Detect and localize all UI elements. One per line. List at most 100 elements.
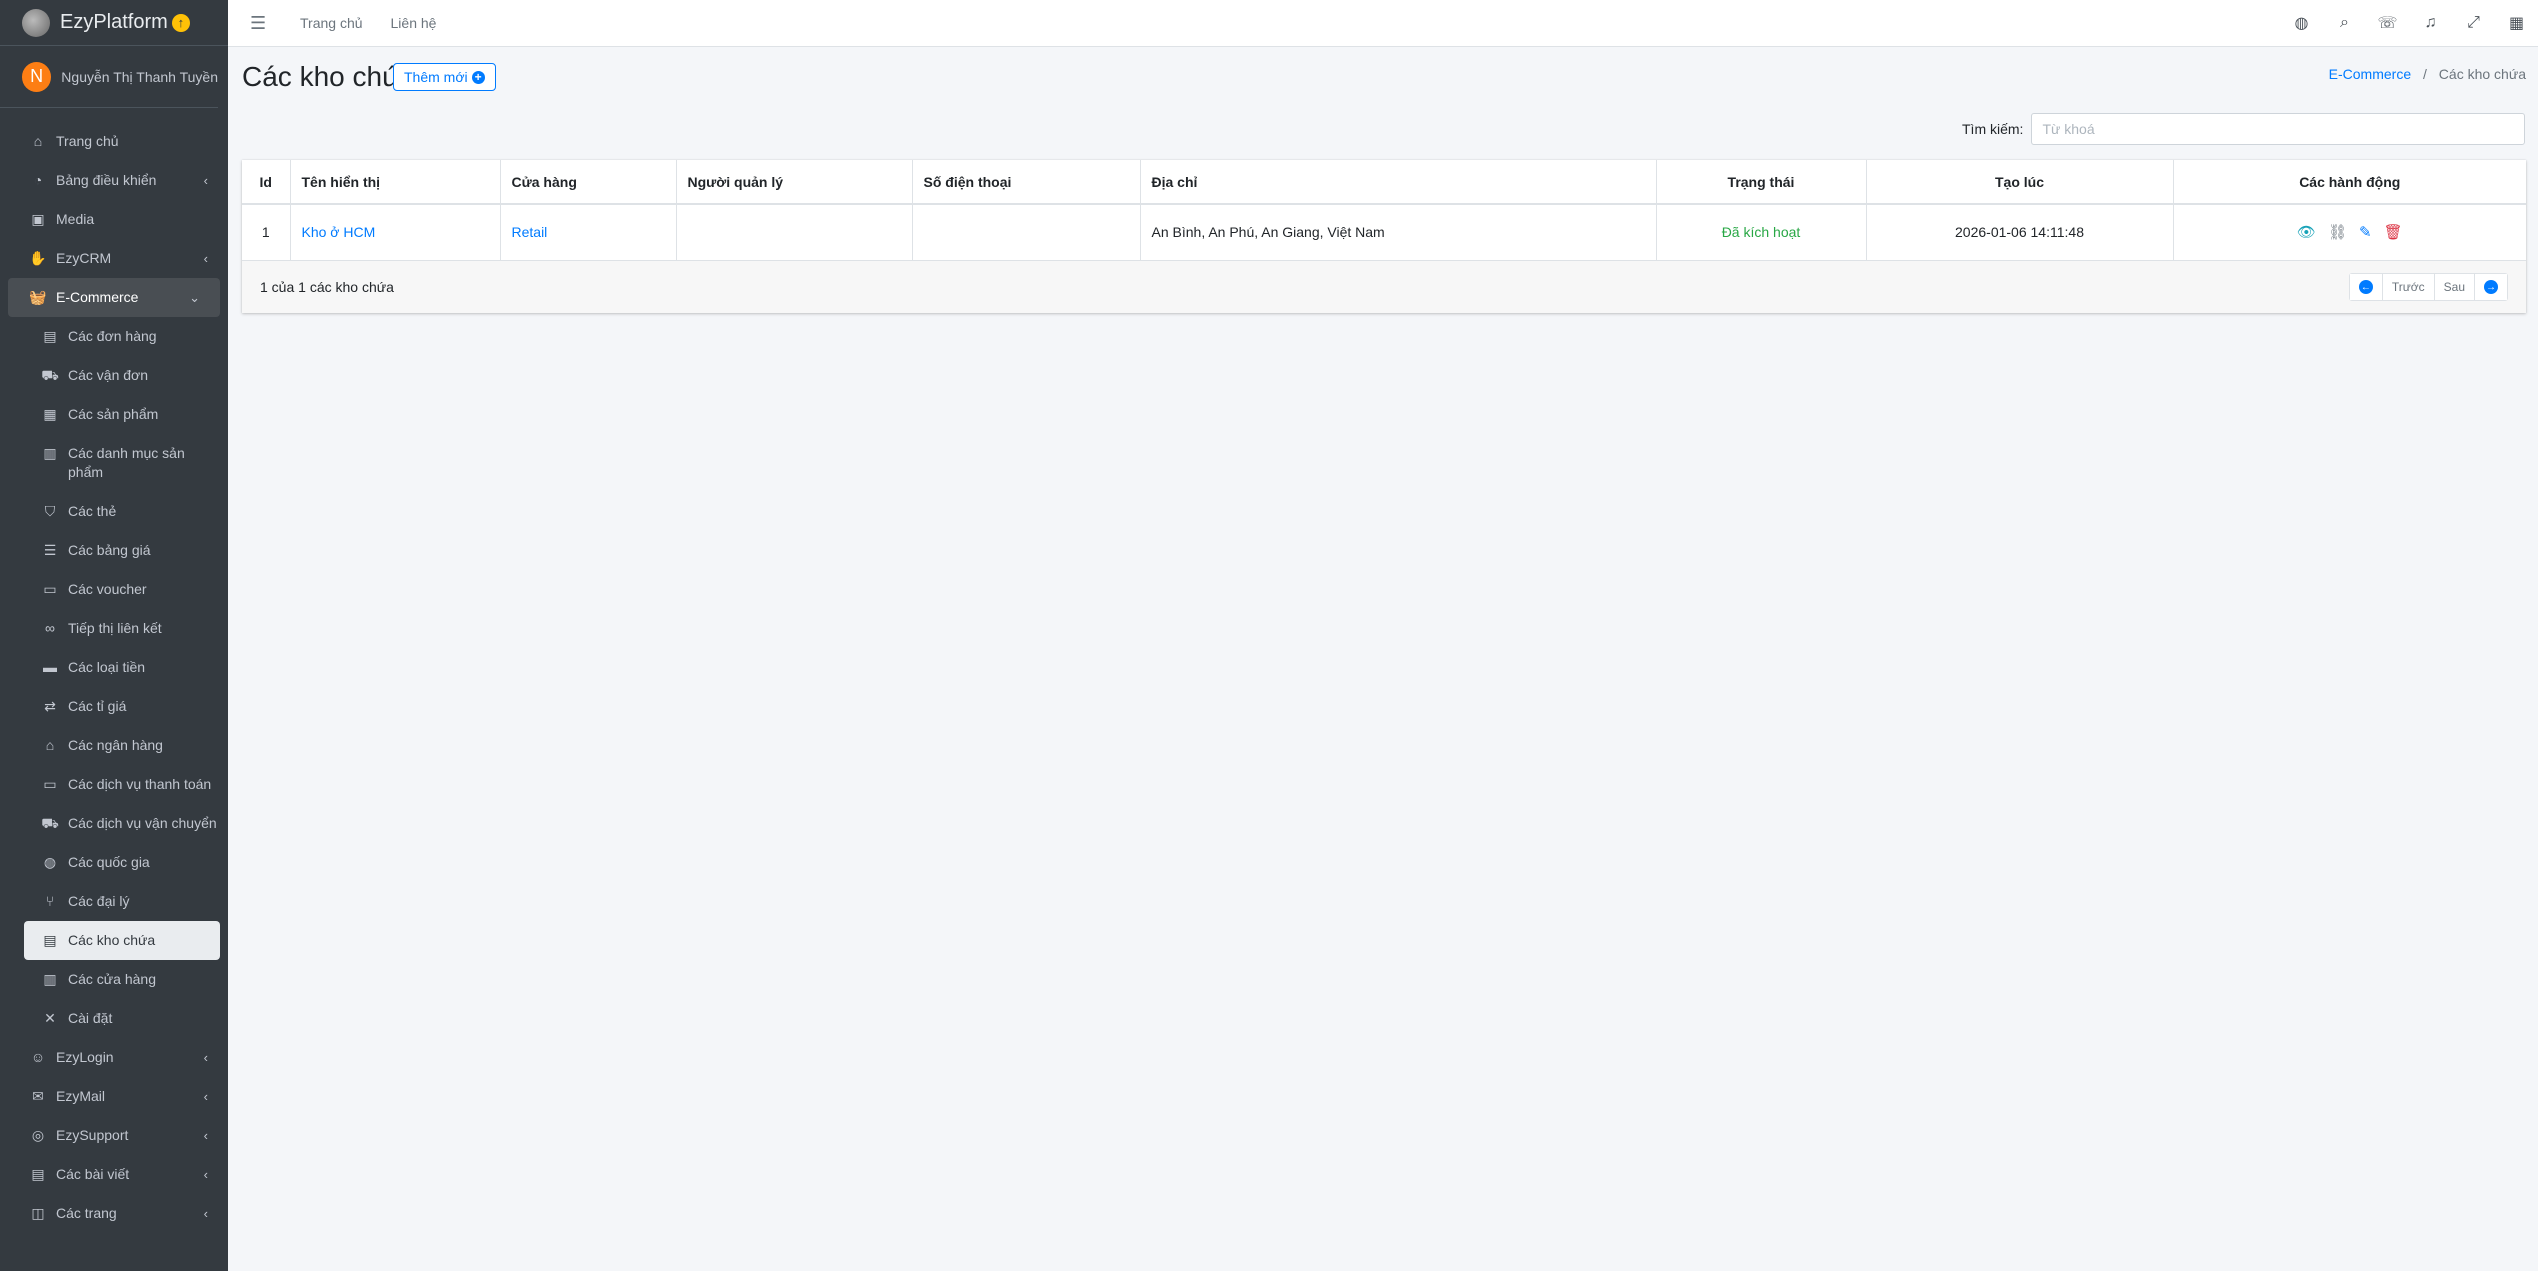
edit-icon[interactable]: ✎	[2359, 223, 2372, 241]
fullscreen-icon[interactable]: ⤢	[2452, 14, 2495, 32]
table-row: 1 Kho ở HCM Retail An Bình, An Phú, An G…	[242, 204, 2526, 261]
ecommerce-submenu: ▤ Các đơn hàng ⛟ Các vận đơn ▦ Các sản phẩm…	[0, 317, 228, 1038]
bell-icon[interactable]: ♫	[2409, 14, 2452, 32]
columns-icon: ◫	[31, 1204, 45, 1221]
col-name[interactable]: Tên hiển thị	[290, 160, 501, 205]
sidebar-item-shipments[interactable]: ⛟ Các vận đơn	[0, 356, 228, 395]
link-icon: ∞	[45, 619, 55, 636]
sidebar-item-media[interactable]: ▣ Media	[0, 200, 228, 239]
unlink-icon[interactable]: ⛓	[2328, 223, 2347, 241]
brand[interactable]: EzyPlatform ↑	[0, 0, 228, 46]
col-id[interactable]: Id	[242, 160, 291, 205]
upgrade-icon[interactable]: ↑	[171, 13, 190, 32]
cell-store: Retail	[500, 204, 677, 261]
sidebar-item-ezycrm[interactable]: ✋ EzyCRM ‹	[0, 239, 228, 278]
last-page-button[interactable]: →	[2475, 274, 2507, 300]
col-phone[interactable]: Số điện thoại	[912, 160, 1141, 205]
warehouse-name-link[interactable]: Kho ở HCM	[302, 224, 376, 240]
store-link[interactable]: Retail	[512, 224, 548, 240]
sidebar-item-stores[interactable]: ▥ Các cửa hàng	[0, 960, 228, 999]
prev-page-button[interactable]: Trước	[2382, 274, 2435, 300]
sidebar-item-warehouses[interactable]: ▤ Các kho chứa	[24, 921, 220, 960]
sidebar-item-agents[interactable]: ⑂ Các đại lý	[0, 882, 228, 921]
sidebar-item-ezysupport[interactable]: ◎ EzySupport ‹	[0, 1116, 228, 1155]
chevron-down-icon: ⌄	[189, 290, 200, 305]
sidebar-item-products[interactable]: ▦ Các sản phẩm	[0, 395, 228, 434]
comments-icon[interactable]: ☏	[2366, 13, 2409, 33]
globe-icon[interactable]: ◍	[2280, 13, 2323, 33]
topbar: ☰ Trang chủ Liên hệ ◍ ⌕ ☏ ♫ ⤢ ▦	[228, 0, 2538, 47]
dolly-icon: ⛟	[41, 366, 59, 383]
table-footer: 1 của 1 các kho chứa ← Trước Sau →	[242, 261, 2526, 313]
sidebar-item-payment-services[interactable]: ▭ Các dịch vụ thanh toán	[0, 765, 228, 804]
life-ring-icon: ◎	[31, 1126, 45, 1143]
breadcrumb-parent[interactable]: E-Commerce	[2329, 66, 2411, 82]
sidebar-item-shipping-services[interactable]: ⛟ Các dịch vụ vận chuyển	[0, 804, 228, 843]
branch-icon: ⑂	[45, 892, 55, 909]
sidebar-item-price-lists[interactable]: ☰ Các bảng giá	[0, 531, 228, 570]
search-icon[interactable]: ⌕	[2323, 14, 2366, 32]
search-box: Tìm kiếm:	[1962, 113, 2526, 145]
cell-manager	[676, 204, 913, 261]
arrow-left-icon: ←	[2358, 280, 2373, 294]
next-page-button[interactable]: Sau	[2434, 274, 2475, 300]
credit-card-icon: ▭	[43, 775, 57, 792]
sidebar-item-ecommerce[interactable]: 🧺 E-Commerce ⌄	[8, 278, 220, 317]
sidebar-item-affiliate[interactable]: ∞ Tiếp thị liên kết	[0, 609, 228, 648]
cell-status: Đã kích hoạt	[1656, 204, 1867, 261]
breadcrumb: E-Commerce / Các kho chứa	[2328, 66, 2526, 82]
pagination-summary: 1 của 1 các kho chứa	[260, 279, 394, 295]
sidebar-item-countries[interactable]: ◍ Các quốc gia	[0, 843, 228, 882]
topbar-actions: ◍ ⌕ ☏ ♫ ⤢ ▦	[2280, 0, 2538, 46]
sidebar-item-posts[interactable]: ▤ Các bài viết ‹	[0, 1155, 228, 1194]
sidebar-item-banks[interactable]: ⌂ Các ngân hàng	[0, 726, 228, 765]
image-icon: ▣	[31, 210, 45, 227]
search-label: Tìm kiếm:	[1962, 121, 2024, 137]
chevron-left-icon: ‹	[203, 1128, 208, 1143]
sidebar-item-vouchers[interactable]: ▭ Các voucher	[0, 570, 228, 609]
search-input[interactable]	[2031, 113, 2526, 145]
col-store[interactable]: Cửa hàng	[500, 160, 677, 205]
chevron-left-icon: ‹	[203, 1050, 208, 1065]
user-panel[interactable]: N Nguyễn Thị Thanh Tuyền	[0, 46, 218, 108]
sidebar-item-exchange-rates[interactable]: ⇄ Các tỉ giá	[0, 687, 228, 726]
chevron-left-icon: ‹	[203, 1089, 208, 1104]
plus-circle-icon: +	[471, 70, 485, 84]
grid-icon[interactable]: ▦	[2495, 13, 2538, 33]
sidebar-item-dashboard[interactable]: ◔ Bảng điều khiển ‹	[0, 161, 228, 200]
brand-name: EzyPlatform	[60, 11, 168, 33]
sidebar-item-pages[interactable]: ◫ Các trang ‹	[0, 1194, 228, 1233]
col-status[interactable]: Trạng thái	[1656, 160, 1867, 205]
delete-icon[interactable]: 🗑	[2384, 223, 2403, 241]
arrow-right-icon: →	[2484, 280, 2498, 294]
col-address[interactable]: Địa chỉ	[1140, 160, 1657, 205]
cell-name: Kho ở HCM	[290, 204, 501, 261]
cell-created: 2026-01-06 14:11:48	[1866, 204, 2174, 261]
breadcrumb-current: Các kho chứa	[2438, 66, 2526, 82]
col-created[interactable]: Tạo lúc	[1866, 160, 2174, 205]
sidebar-item-ezymail[interactable]: ✉ EzyMail ‹	[0, 1077, 228, 1116]
globe-icon: ◍	[43, 853, 57, 870]
first-page-button[interactable]: ←	[2349, 274, 2383, 300]
top-link-home[interactable]: Trang chủ	[300, 15, 363, 31]
cell-actions: 👁 ⛓ ✎ 🗑	[2173, 204, 2526, 261]
envelope-icon: ✉	[32, 1087, 44, 1104]
main-content: Các kho chứa Thêm mới + E-Commerce / Các…	[228, 47, 2538, 1271]
sidebar-item-tags[interactable]: ⛉ Các thẻ	[0, 492, 228, 531]
col-manager[interactable]: Người quản lý	[676, 160, 913, 205]
home-icon: ⌂	[33, 132, 43, 149]
top-link-contact[interactable]: Liên hệ	[391, 15, 437, 31]
sidebar-item-settings[interactable]: ✕ Cài đặt	[0, 999, 228, 1038]
cell-id: 1	[242, 204, 291, 261]
sidebar-item-home[interactable]: ⌂ Trang chủ	[0, 122, 228, 161]
receipt-icon: ▤	[43, 327, 57, 344]
handshake-icon: ✋	[29, 249, 47, 266]
sidebar-item-product-categories[interactable]: ▥ Các danh mục sản phẩm	[0, 434, 228, 492]
sidebar-item-orders[interactable]: ▤ Các đơn hàng	[0, 317, 228, 356]
add-new-button[interactable]: Thêm mới +	[393, 63, 496, 91]
hamburger-menu-icon[interactable]: ☰	[250, 13, 266, 34]
view-icon[interactable]: 👁	[2297, 223, 2316, 241]
sidebar: EzyPlatform ↑ N Nguyễn Thị Thanh Tuyền ⌂…	[0, 0, 228, 1271]
sidebar-item-currencies[interactable]: ▬ Các loại tiền	[0, 648, 228, 687]
sidebar-item-ezylogin[interactable]: ☺ EzyLogin ‹	[0, 1038, 228, 1077]
